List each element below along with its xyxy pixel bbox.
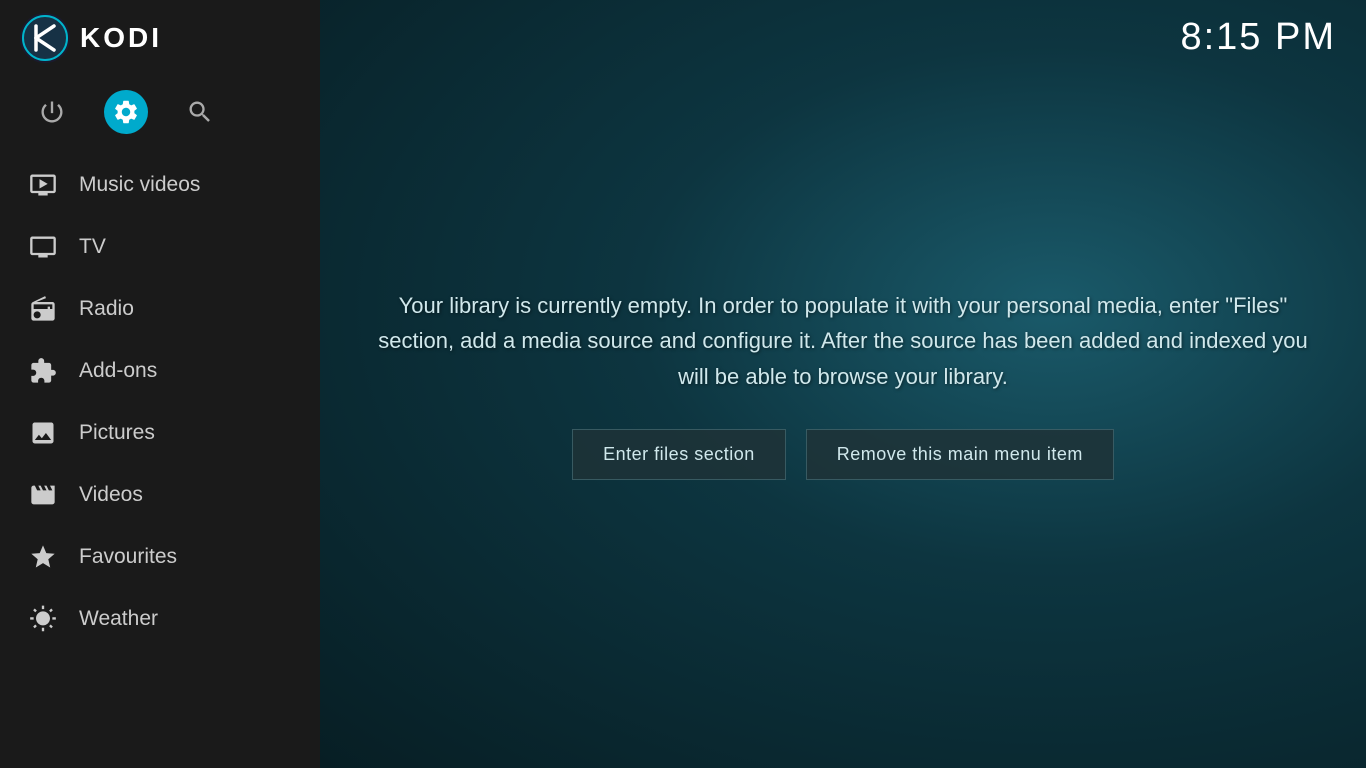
- action-buttons: Enter files section Remove this main men…: [363, 429, 1323, 480]
- enter-files-section-button[interactable]: Enter files section: [572, 429, 786, 480]
- weather-icon: [25, 601, 61, 637]
- music-video-icon: [25, 167, 61, 203]
- addons-icon: [25, 353, 61, 389]
- sidebar-item-tv-label: TV: [79, 235, 106, 259]
- logo-area: KODI: [20, 13, 162, 63]
- power-button[interactable]: [30, 90, 74, 134]
- sidebar-item-addons-label: Add-ons: [79, 359, 157, 383]
- pictures-icon: [25, 415, 61, 451]
- tv-icon: [25, 229, 61, 265]
- library-empty-message: Your library is currently empty. In orde…: [363, 288, 1323, 394]
- kodi-logo-icon: [20, 13, 70, 63]
- sidebar-item-weather[interactable]: Weather: [0, 588, 320, 650]
- sidebar: Music videos TV Radio: [0, 0, 320, 768]
- library-message-container: Your library is currently empty. In orde…: [363, 288, 1323, 480]
- main-content: Your library is currently empty. In orde…: [320, 0, 1366, 768]
- sidebar-item-favourites[interactable]: Favourites: [0, 526, 320, 588]
- search-button[interactable]: [178, 90, 222, 134]
- settings-button[interactable]: [104, 90, 148, 134]
- videos-icon: [25, 477, 61, 513]
- sidebar-item-music-videos[interactable]: Music videos: [0, 154, 320, 216]
- header: KODI 8:15 PM: [0, 0, 1366, 75]
- sidebar-item-videos[interactable]: Videos: [0, 464, 320, 526]
- sidebar-top-icons: [0, 75, 320, 144]
- sidebar-item-pictures-label: Pictures: [79, 421, 155, 445]
- sidebar-item-pictures[interactable]: Pictures: [0, 402, 320, 464]
- sidebar-item-tv[interactable]: TV: [0, 216, 320, 278]
- sidebar-item-weather-label: Weather: [79, 607, 158, 631]
- nav-items: Music videos TV Radio: [0, 144, 320, 768]
- sidebar-item-radio[interactable]: Radio: [0, 278, 320, 340]
- clock: 8:15 PM: [1180, 16, 1336, 59]
- sidebar-item-favourites-label: Favourites: [79, 545, 177, 569]
- remove-menu-item-button[interactable]: Remove this main menu item: [806, 429, 1114, 480]
- sidebar-item-music-videos-label: Music videos: [79, 173, 200, 197]
- radio-icon: [25, 291, 61, 327]
- sidebar-item-videos-label: Videos: [79, 483, 143, 507]
- sidebar-item-addons[interactable]: Add-ons: [0, 340, 320, 402]
- favourites-icon: [25, 539, 61, 575]
- app-title: KODI: [80, 22, 162, 54]
- sidebar-item-radio-label: Radio: [79, 297, 134, 321]
